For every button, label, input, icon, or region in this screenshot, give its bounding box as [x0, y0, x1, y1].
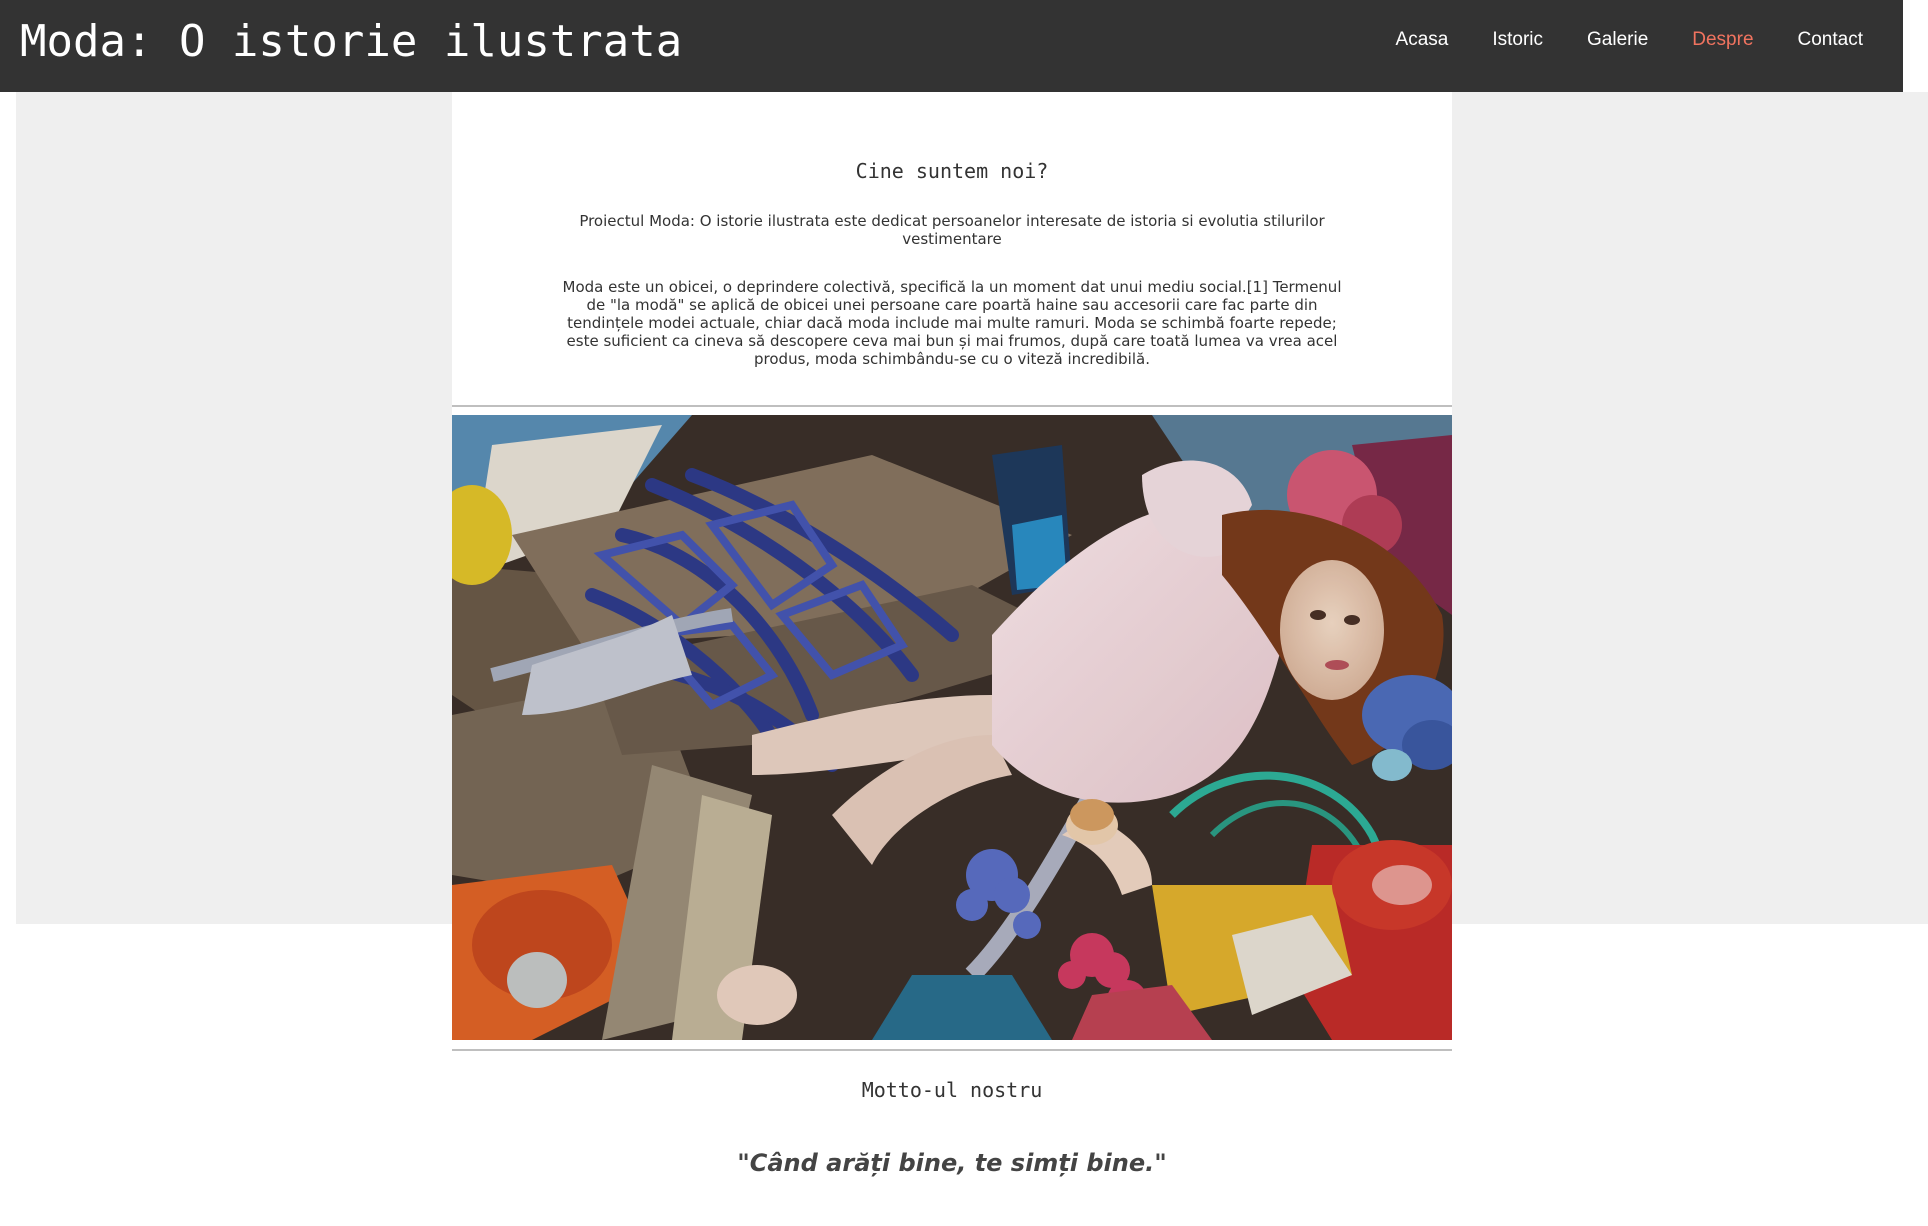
nav-item-istoric: Istoric	[1492, 28, 1543, 52]
main-content: Cine suntem noi? Proiectul Moda: O istor…	[452, 92, 1452, 1226]
about-definition: Moda este un obicei, o deprindere colect…	[562, 278, 1342, 368]
nav-item-contact: Contact	[1798, 28, 1863, 52]
nav-menu: Acasa Istoric Galerie Despre Contact	[1396, 28, 1863, 52]
divider-top	[452, 405, 1452, 407]
motto-quote: "Când arăți bine, te simți bine."	[737, 1149, 1167, 1177]
motto-title: Motto-ul nostru	[861, 1078, 1043, 1102]
site-title: Moda: O istorie ilustrata	[20, 16, 683, 67]
divider-bottom	[452, 1049, 1452, 1051]
top-navbar: Moda: O istorie ilustrata Acasa Istoric …	[0, 0, 1903, 92]
nav-link-istoric[interactable]: Istoric	[1492, 29, 1543, 50]
nav-link-despre[interactable]: Despre	[1692, 29, 1753, 50]
hero-fashion-photo	[452, 415, 1452, 1040]
nav-item-despre: Despre	[1692, 28, 1753, 52]
about-intro: Proiectul Moda: O istorie ilustrata este…	[579, 212, 1325, 248]
nav-link-contact[interactable]: Contact	[1798, 29, 1863, 50]
nav-link-galerie[interactable]: Galerie	[1587, 29, 1648, 50]
nav-item-galerie: Galerie	[1587, 28, 1648, 52]
about-title: Cine suntem noi?	[855, 159, 1049, 183]
nav-item-acasa: Acasa	[1396, 28, 1449, 52]
nav-link-acasa[interactable]: Acasa	[1396, 29, 1449, 50]
hero-photo-illustration	[452, 415, 1452, 1040]
